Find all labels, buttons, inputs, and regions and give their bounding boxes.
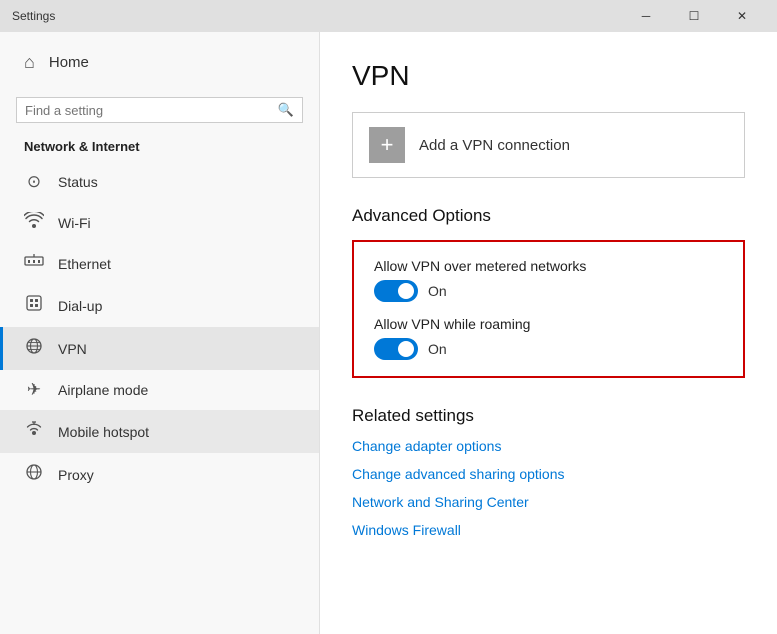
toggle-status-roaming: On — [428, 341, 447, 357]
add-vpn-box[interactable]: + Add a VPN connection — [352, 112, 745, 178]
sidebar-item-vpn[interactable]: VPN — [0, 327, 319, 370]
link-change-adapter[interactable]: Change adapter options — [352, 438, 745, 454]
toggle-row-metered: Allow VPN over metered networks On — [374, 258, 723, 302]
toggle-container-metered: On — [374, 280, 723, 302]
link-change-sharing[interactable]: Change advanced sharing options — [352, 466, 745, 482]
sidebar-item-ethernet[interactable]: Ethernet — [0, 243, 319, 284]
title-bar-title: Settings — [12, 9, 623, 23]
advanced-options-box: Allow VPN over metered networks On Allow… — [352, 240, 745, 378]
home-icon: ⌂ — [24, 52, 35, 73]
sidebar-item-label-dialup: Dial-up — [58, 298, 102, 314]
link-sharing-center[interactable]: Network and Sharing Center — [352, 494, 745, 510]
sidebar-item-wifi[interactable]: Wi-Fi — [0, 202, 319, 243]
sidebar-item-label-ethernet: Ethernet — [58, 256, 111, 272]
title-bar: Settings ─ ☐ ✕ — [0, 0, 777, 32]
sidebar-item-label-vpn: VPN — [58, 341, 87, 357]
search-icon[interactable]: 🔍 — [278, 102, 294, 118]
search-box: 🔍 — [16, 97, 303, 123]
advanced-options-title: Advanced Options — [352, 206, 745, 226]
proxy-icon — [24, 463, 44, 486]
sidebar-home[interactable]: ⌂ Home — [0, 32, 319, 93]
minimize-button[interactable]: ─ — [623, 0, 669, 32]
sidebar-item-hotspot[interactable]: Mobile hotspot — [0, 410, 319, 453]
sidebar: ⌂ Home 🔍 Network & Internet ⊙ Status Wi-… — [0, 32, 320, 634]
wifi-icon — [24, 212, 44, 233]
toggle-switch-roaming[interactable] — [374, 338, 418, 360]
sidebar-item-label-wifi: Wi-Fi — [58, 215, 91, 231]
vpn-icon — [24, 337, 44, 360]
add-vpn-plus-icon: + — [369, 127, 405, 163]
title-bar-controls: ─ ☐ ✕ — [623, 0, 765, 32]
sidebar-item-label-airplane: Airplane mode — [58, 382, 148, 398]
toggle-label-roaming: Allow VPN while roaming — [374, 316, 723, 332]
sidebar-item-label-hotspot: Mobile hotspot — [58, 424, 149, 440]
dialup-icon — [24, 294, 44, 317]
toggle-container-roaming: On — [374, 338, 723, 360]
airplane-icon: ✈ — [24, 380, 44, 400]
page-title: VPN — [352, 60, 745, 92]
toggle-switch-metered[interactable] — [374, 280, 418, 302]
status-icon: ⊙ — [24, 172, 44, 192]
related-settings-title: Related settings — [352, 406, 745, 426]
toggle-status-metered: On — [428, 283, 447, 299]
sidebar-home-label: Home — [49, 54, 89, 71]
sidebar-item-label-status: Status — [58, 174, 98, 190]
search-input[interactable] — [25, 103, 272, 118]
sidebar-item-proxy[interactable]: Proxy — [0, 453, 319, 496]
sidebar-item-dialup[interactable]: Dial-up — [0, 284, 319, 327]
sidebar-item-label-proxy: Proxy — [58, 467, 94, 483]
sidebar-item-airplane[interactable]: ✈ Airplane mode — [0, 370, 319, 410]
maximize-button[interactable]: ☐ — [671, 0, 717, 32]
link-firewall[interactable]: Windows Firewall — [352, 522, 745, 538]
sidebar-item-status[interactable]: ⊙ Status — [0, 162, 319, 202]
hotspot-icon — [24, 420, 44, 443]
add-vpn-label: Add a VPN connection — [419, 137, 570, 154]
sidebar-section-label: Network & Internet — [0, 135, 319, 162]
toggle-label-metered: Allow VPN over metered networks — [374, 258, 723, 274]
close-button[interactable]: ✕ — [719, 0, 765, 32]
toggle-row-roaming: Allow VPN while roaming On — [374, 316, 723, 360]
app-body: ⌂ Home 🔍 Network & Internet ⊙ Status Wi-… — [0, 32, 777, 634]
ethernet-icon — [24, 253, 44, 274]
main-content: VPN + Add a VPN connection Advanced Opti… — [320, 32, 777, 634]
